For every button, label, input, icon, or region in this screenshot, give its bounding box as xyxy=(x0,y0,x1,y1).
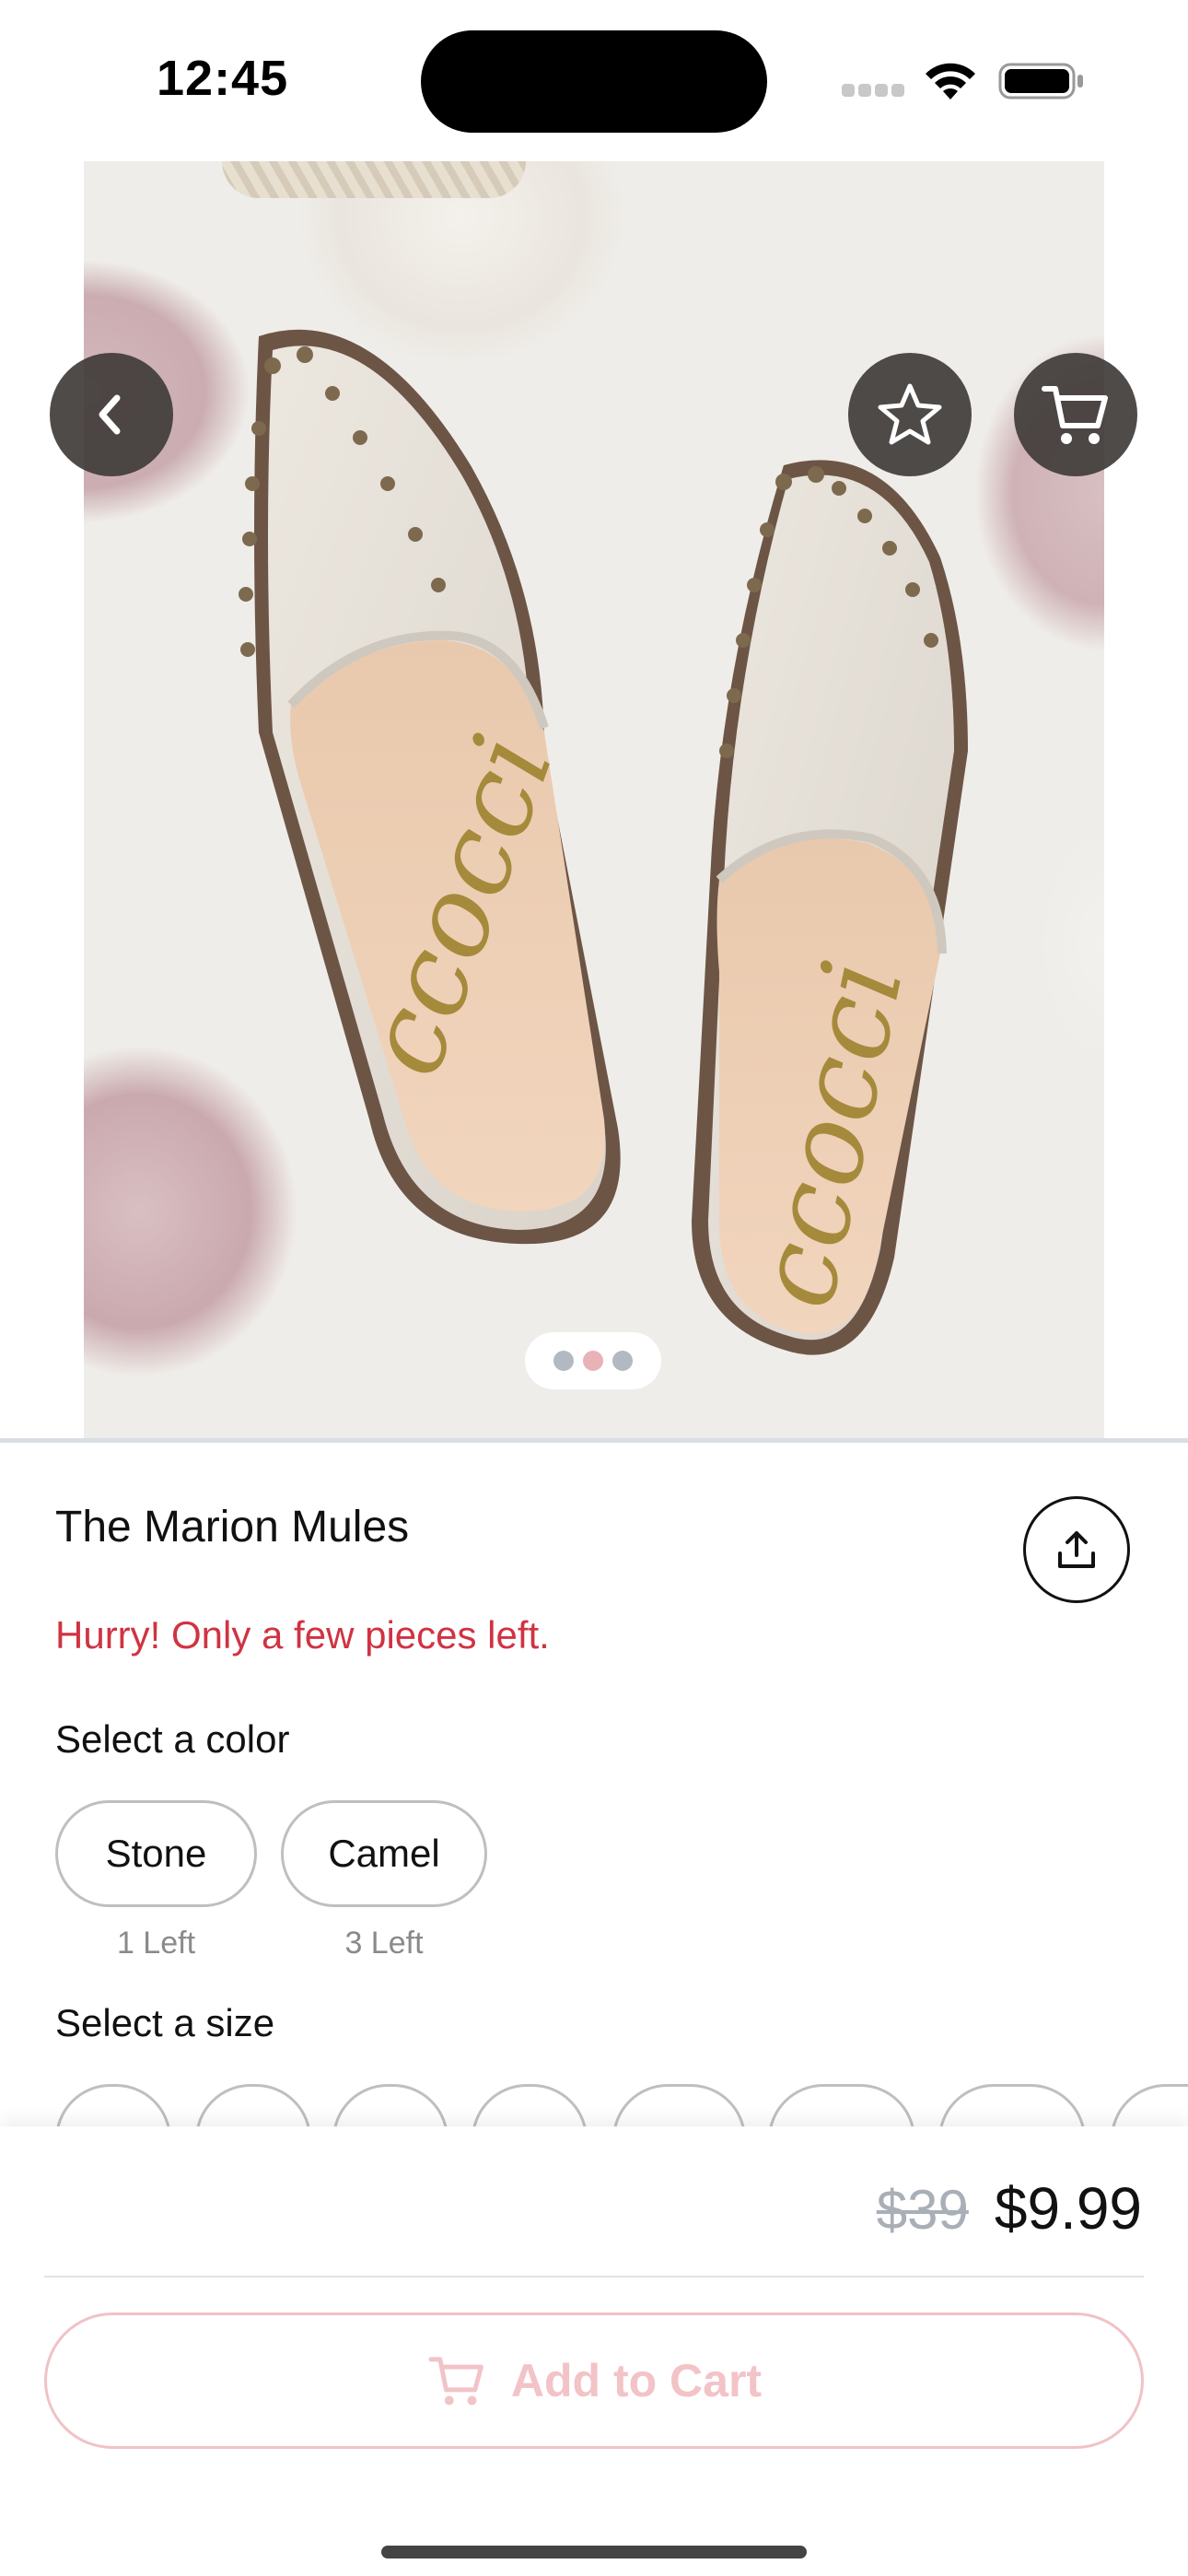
original-price: $39 xyxy=(876,2179,969,2241)
color-option-stone[interactable]: Stone xyxy=(55,1800,257,1907)
dynamic-island xyxy=(421,30,767,133)
cart-icon xyxy=(428,2357,483,2406)
product-image-carousel[interactable]: ccocci ccocci xyxy=(0,161,1188,1442)
carousel-dot[interactable] xyxy=(553,1351,574,1371)
carousel-page-indicator[interactable] xyxy=(525,1332,661,1389)
battery-icon xyxy=(998,63,1083,100)
size-option[interactable]: 6 xyxy=(55,2084,171,2126)
mules-illustration: ccocci ccocci xyxy=(239,329,968,1355)
divider xyxy=(0,1438,1188,1443)
sale-price: $9.99 xyxy=(994,2175,1142,2242)
cart-button[interactable] xyxy=(1014,353,1137,476)
stock-count-stone: 1 Left xyxy=(116,1926,196,1961)
stock-count-camel: 3 Left xyxy=(344,1926,424,1961)
product-title: The Marion Mules xyxy=(55,1503,410,1551)
price-row: $39 $9.99 xyxy=(877,2174,1142,2242)
size-option[interactable]: 7.5 xyxy=(768,2084,915,2126)
size-option[interactable]: 9 xyxy=(472,2084,588,2126)
size-option[interactable]: 10 xyxy=(612,2084,746,2126)
size-option[interactable]: 7 xyxy=(195,2084,311,2126)
star-icon xyxy=(878,383,942,445)
cart-icon xyxy=(1042,386,1108,444)
size-option[interactable]: 8 xyxy=(332,2084,448,2126)
purchase-bar: $39 $9.99 Add to Cart xyxy=(0,2126,1188,2576)
favorite-button[interactable] xyxy=(848,353,972,476)
back-button[interactable] xyxy=(50,353,173,476)
add-to-cart-label: Add to Cart xyxy=(510,2355,763,2406)
status-bar: 12:45 xyxy=(0,0,1188,161)
size-options-row[interactable]: 6 7 8 9 10 7.5 8.5 9.5 xyxy=(55,2084,1188,2126)
share-icon xyxy=(1058,1531,1095,1568)
add-to-cart-button[interactable]: Add to Cart xyxy=(44,2313,1144,2449)
color-section-label: Select a color xyxy=(55,1717,290,1761)
color-option-camel[interactable]: Camel xyxy=(281,1800,487,1907)
wifi-icon xyxy=(926,63,975,100)
size-option[interactable]: 8.5 xyxy=(938,2084,1086,2126)
product-photo[interactable]: ccocci ccocci xyxy=(84,161,1104,1442)
share-button[interactable] xyxy=(1023,1496,1130,1603)
carousel-dot[interactable] xyxy=(612,1351,633,1371)
stock-warning: Hurry! Only a few pieces left. xyxy=(55,1613,550,1657)
signal-icon xyxy=(842,84,904,99)
size-option[interactable]: 9.5 xyxy=(1111,2084,1188,2126)
carousel-dot-active[interactable] xyxy=(583,1351,603,1371)
status-time: 12:45 xyxy=(157,51,289,106)
chevron-left-icon xyxy=(99,394,121,435)
home-indicator[interactable] xyxy=(381,2546,807,2558)
divider xyxy=(44,2276,1144,2277)
size-section-label: Select a size xyxy=(55,2001,275,2044)
